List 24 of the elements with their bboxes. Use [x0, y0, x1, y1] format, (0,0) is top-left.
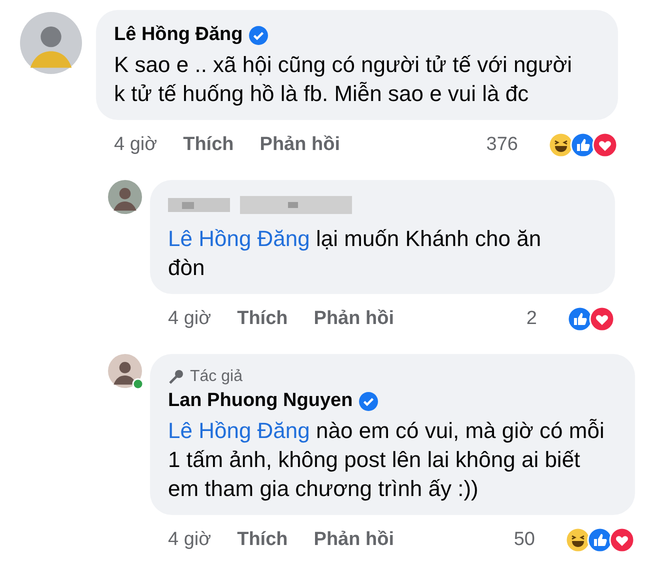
like-button[interactable]: Thích [237, 308, 288, 330]
comment-time: 4 giờ [114, 134, 158, 156]
reply-button[interactable]: Phản hồi [314, 308, 394, 330]
reply-button[interactable]: Phản hồi [314, 529, 394, 551]
like-button[interactable]: Thích [183, 134, 234, 156]
mention-link[interactable]: Lê Hồng Đăng [168, 418, 310, 443]
comment-time: 4 giờ [168, 308, 212, 330]
comment-text: Lê Hồng Đăng lại muốn Khánh cho ăn đòn [168, 225, 542, 282]
comment-text: Lê Hồng Đăng nào em có vui, mà giờ có mỗi 1 tấm ảnh, không post lên lai không ai biết em tham gia chương trình ấy :)) [168, 417, 605, 503]
reply-button[interactable]: Phản hồi [260, 134, 340, 156]
like-button[interactable]: Thích [237, 529, 288, 551]
mention-link[interactable]: Lê Hồng Đăng [168, 226, 310, 251]
author-label: Tác giả [190, 368, 242, 386]
reaction-count: 376 [486, 134, 518, 156]
avatar[interactable] [108, 180, 142, 214]
avatar[interactable] [108, 354, 142, 388]
author-name[interactable]: Lê Hồng Đăng [114, 24, 243, 46]
reaction-count: 50 [514, 529, 535, 551]
comment-time: 4 giờ [168, 529, 212, 551]
microphone-icon [168, 369, 184, 385]
avatar[interactable] [20, 12, 82, 74]
comment-text: K sao e .. xã hội cũng có người tử tế với người k tử tế huống hồ là fb. Miễn sao e vui là đc [114, 51, 574, 108]
reaction-count: 2 [526, 308, 537, 330]
author-name[interactable]: Lan Phuong Nguyen [168, 390, 353, 412]
